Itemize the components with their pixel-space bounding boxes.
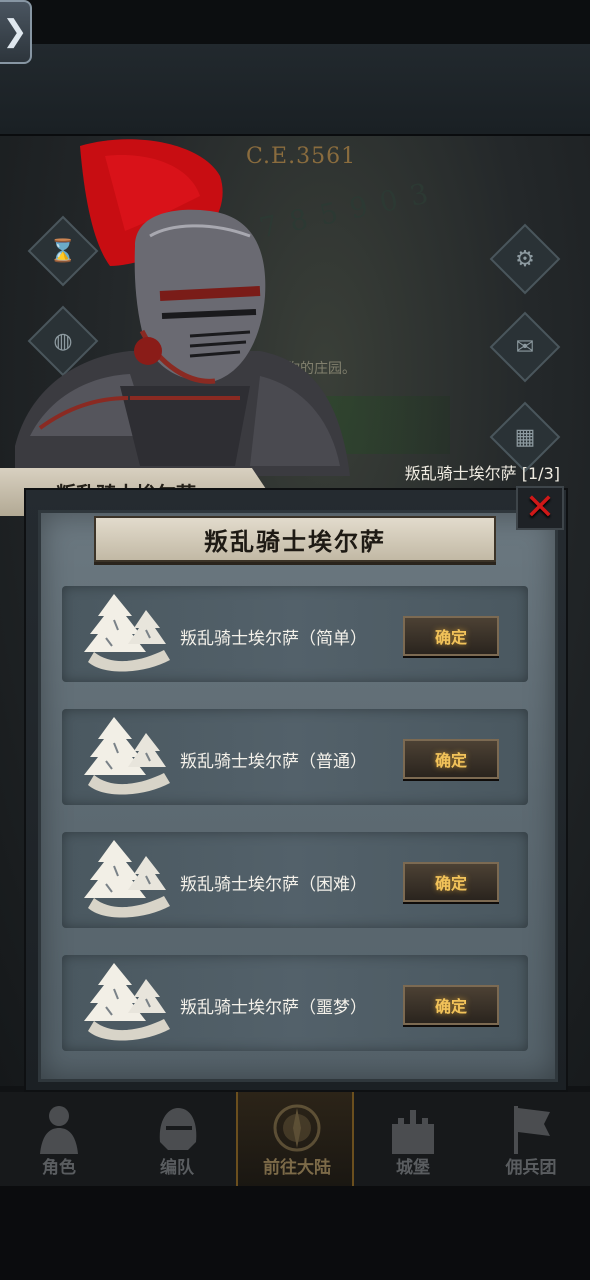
compass-icon <box>273 1104 321 1152</box>
banner-icon <box>514 1106 550 1154</box>
snowy-forest-icon <box>84 840 170 918</box>
difficulty-option-nightmare: 叛乱骑士埃尔萨（噩梦） 确定 <box>62 955 528 1051</box>
nav-label: 角色 <box>42 1158 76 1178</box>
difficulty-option-easy: 叛乱骑士埃尔萨（简单） 确定 <box>62 586 528 682</box>
nav-item-continent[interactable]: 前往大陆 <box>236 1092 354 1186</box>
dialog-title: 叛乱骑士埃尔萨 <box>204 527 386 556</box>
nav-label: 佣兵团 <box>505 1158 557 1178</box>
confirm-button-label: 确定 <box>434 997 467 1016</box>
nav-label: 编队 <box>160 1158 194 1178</box>
nav-label: 前往大陆 <box>263 1158 331 1178</box>
option-label: 叛乱骑士埃尔萨（噩梦） <box>180 998 367 1018</box>
knight-portrait <box>15 139 350 476</box>
helmet-icon <box>159 1108 197 1150</box>
option-label: 叛乱骑士埃尔萨（简单） <box>180 629 367 649</box>
confirm-button-label: 确定 <box>434 628 467 647</box>
option-label: 叛乱骑士埃尔萨（困难） <box>180 875 367 895</box>
nav-label: 城堡 <box>396 1158 430 1178</box>
bottom-nav: 角色 编队 前往大陆 城堡 佣兵团 <box>0 1092 590 1186</box>
snowy-forest-icon <box>84 594 170 672</box>
status-strip <box>0 0 590 44</box>
bottom-background <box>0 1186 590 1280</box>
top-band <box>0 44 590 136</box>
nav-item-formation[interactable]: 编队 <box>118 1092 236 1186</box>
snowy-forest-icon <box>84 963 170 1041</box>
option-label: 叛乱骑士埃尔萨（普通） <box>180 752 367 772</box>
knight-icon <box>40 1106 78 1154</box>
castle-icon <box>392 1110 434 1154</box>
confirm-button-normal[interactable]: 确定 <box>403 739 499 779</box>
nav-item-castle[interactable]: 城堡 <box>354 1092 472 1186</box>
confirm-button-nightmare[interactable]: 确定 <box>403 985 499 1025</box>
nav-item-character[interactable]: 角色 <box>0 1092 118 1186</box>
page-counter: 叛乱骑士埃尔萨 [1/3] <box>404 464 560 483</box>
back-button[interactable]: ❯ <box>0 0 32 64</box>
confirm-button-hard[interactable]: 确定 <box>403 862 499 902</box>
confirm-button-label: 确定 <box>434 751 467 770</box>
chevron-right-icon: ❯ <box>2 14 28 49</box>
confirm-button-label: 确定 <box>434 874 467 893</box>
dialog-title-plate: 叛乱骑士埃尔萨 <box>94 516 496 562</box>
nav-item-mercenary[interactable]: 佣兵团 <box>472 1092 590 1186</box>
snowy-forest-icon <box>84 717 170 795</box>
close-button[interactable]: ✕ <box>516 486 564 530</box>
difficulty-option-hard: 叛乱骑士埃尔萨（困难） 确定 <box>62 832 528 928</box>
close-icon: ✕ <box>524 487 556 528</box>
confirm-button-easy[interactable]: 确定 <box>403 616 499 656</box>
difficulty-option-normal: 叛乱骑士埃尔萨（普通） 确定 <box>62 709 528 805</box>
